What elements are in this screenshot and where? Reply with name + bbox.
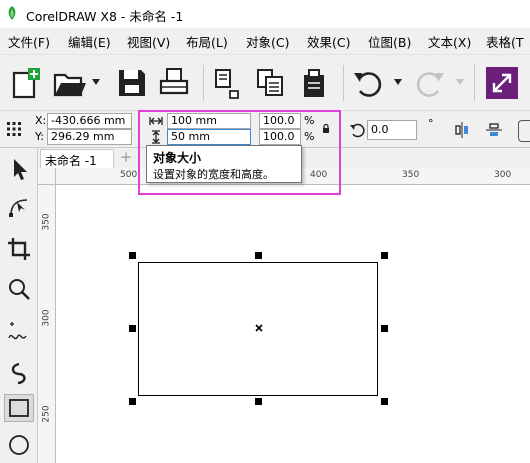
menu-file[interactable]: 文件(F) [8, 32, 50, 51]
toolbar-separator [203, 65, 204, 101]
redo-dropdown-icon[interactable] [456, 79, 464, 85]
selection-handle[interactable] [381, 325, 388, 332]
redo-icon[interactable] [412, 65, 448, 101]
export-icon[interactable] [252, 65, 288, 101]
standard-toolbar [0, 54, 530, 110]
highlight-annotation-box [138, 110, 341, 195]
rotation-icon [350, 123, 365, 138]
toolbox [0, 148, 38, 463]
window-title: CorelDRAW X8 - 未命名 -1 [26, 9, 184, 24]
toolbar-separator [474, 65, 475, 101]
menu-bitmaps[interactable]: 位图(B) [368, 32, 411, 51]
center-marker-icon [255, 324, 263, 332]
open-dropdown-icon[interactable] [92, 79, 100, 85]
vertical-ruler[interactable]: 350 300 250 [38, 185, 56, 463]
crop-tool-icon[interactable] [6, 236, 32, 262]
menu-layout[interactable]: 布局(L) [186, 32, 228, 51]
y-position-field[interactable]: 296.29 mm [47, 129, 132, 145]
rectangle-tool-icon[interactable] [6, 395, 32, 421]
selection-handle[interactable] [129, 398, 136, 405]
freehand-tool-icon[interactable] [6, 320, 32, 346]
print-icon[interactable] [156, 65, 192, 101]
menu-object[interactable]: 对象(C) [246, 32, 289, 51]
title-bar: CorelDRAW X8 - 未命名 -1 [0, 0, 530, 28]
open-folder-icon[interactable] [52, 65, 88, 101]
ruler-tick: 350 [41, 213, 52, 231]
ruler-tick: 300 [494, 170, 512, 180]
ellipse-tool-icon[interactable] [6, 432, 32, 458]
ruler-tick: 500 [120, 170, 138, 180]
menu-bar: 文件(F) 编辑(E) 视图(V) 布局(L) 对象(C) 效果(C) 位图(B… [0, 28, 530, 54]
new-document-icon[interactable] [8, 65, 44, 101]
degree-label: ° [428, 117, 434, 130]
zoom-tool-icon[interactable] [6, 276, 32, 302]
undo-dropdown-icon[interactable] [394, 79, 402, 85]
toolbar-separator [343, 65, 344, 101]
add-document-tab-button[interactable]: + [118, 150, 134, 166]
menu-edit[interactable]: 编辑(E) [68, 32, 111, 51]
selection-handle[interactable] [255, 398, 262, 405]
menu-view[interactable]: 视图(V) [127, 32, 170, 51]
artistic-media-icon[interactable] [6, 360, 32, 386]
ruler-tick: 350 [402, 170, 420, 180]
publish-pdf-icon[interactable] [296, 65, 332, 101]
ruler-origin[interactable] [38, 168, 56, 185]
menu-effects[interactable]: 效果(C) [307, 32, 350, 51]
undo-icon[interactable] [350, 65, 386, 101]
selection-handle[interactable] [129, 325, 136, 332]
ruler-tick: 250 [41, 405, 52, 423]
selection-handle[interactable] [381, 398, 388, 405]
selection-handle[interactable] [381, 252, 388, 259]
document-tab-label: 未命名 -1 [45, 154, 97, 168]
mirror-vertical-icon[interactable] [486, 122, 502, 138]
object-origin-icon[interactable] [7, 122, 21, 136]
rotation-angle-field[interactable]: 0.0 [367, 120, 417, 140]
shape-tool-icon[interactable] [6, 194, 32, 220]
more-options-button[interactable] [518, 120, 530, 142]
coreldraw-logo-icon [8, 6, 16, 20]
x-label: X: [35, 114, 47, 127]
x-position-field[interactable]: -430.666 mm [47, 113, 132, 129]
selection-handle[interactable] [255, 252, 262, 259]
y-label: Y: [35, 130, 44, 143]
selection-handle[interactable] [129, 252, 136, 259]
pick-tool-icon[interactable] [6, 156, 32, 182]
ruler-tick: 300 [41, 309, 52, 327]
mirror-horizontal-icon[interactable] [454, 122, 470, 138]
document-tab[interactable]: 未命名 -1 [40, 149, 114, 168]
menu-table[interactable]: 表格(T [486, 32, 524, 51]
import-icon[interactable] [208, 65, 244, 101]
quick-launch-icon[interactable] [484, 65, 520, 101]
save-icon[interactable] [114, 65, 150, 101]
menu-text[interactable]: 文本(X) [428, 32, 471, 51]
